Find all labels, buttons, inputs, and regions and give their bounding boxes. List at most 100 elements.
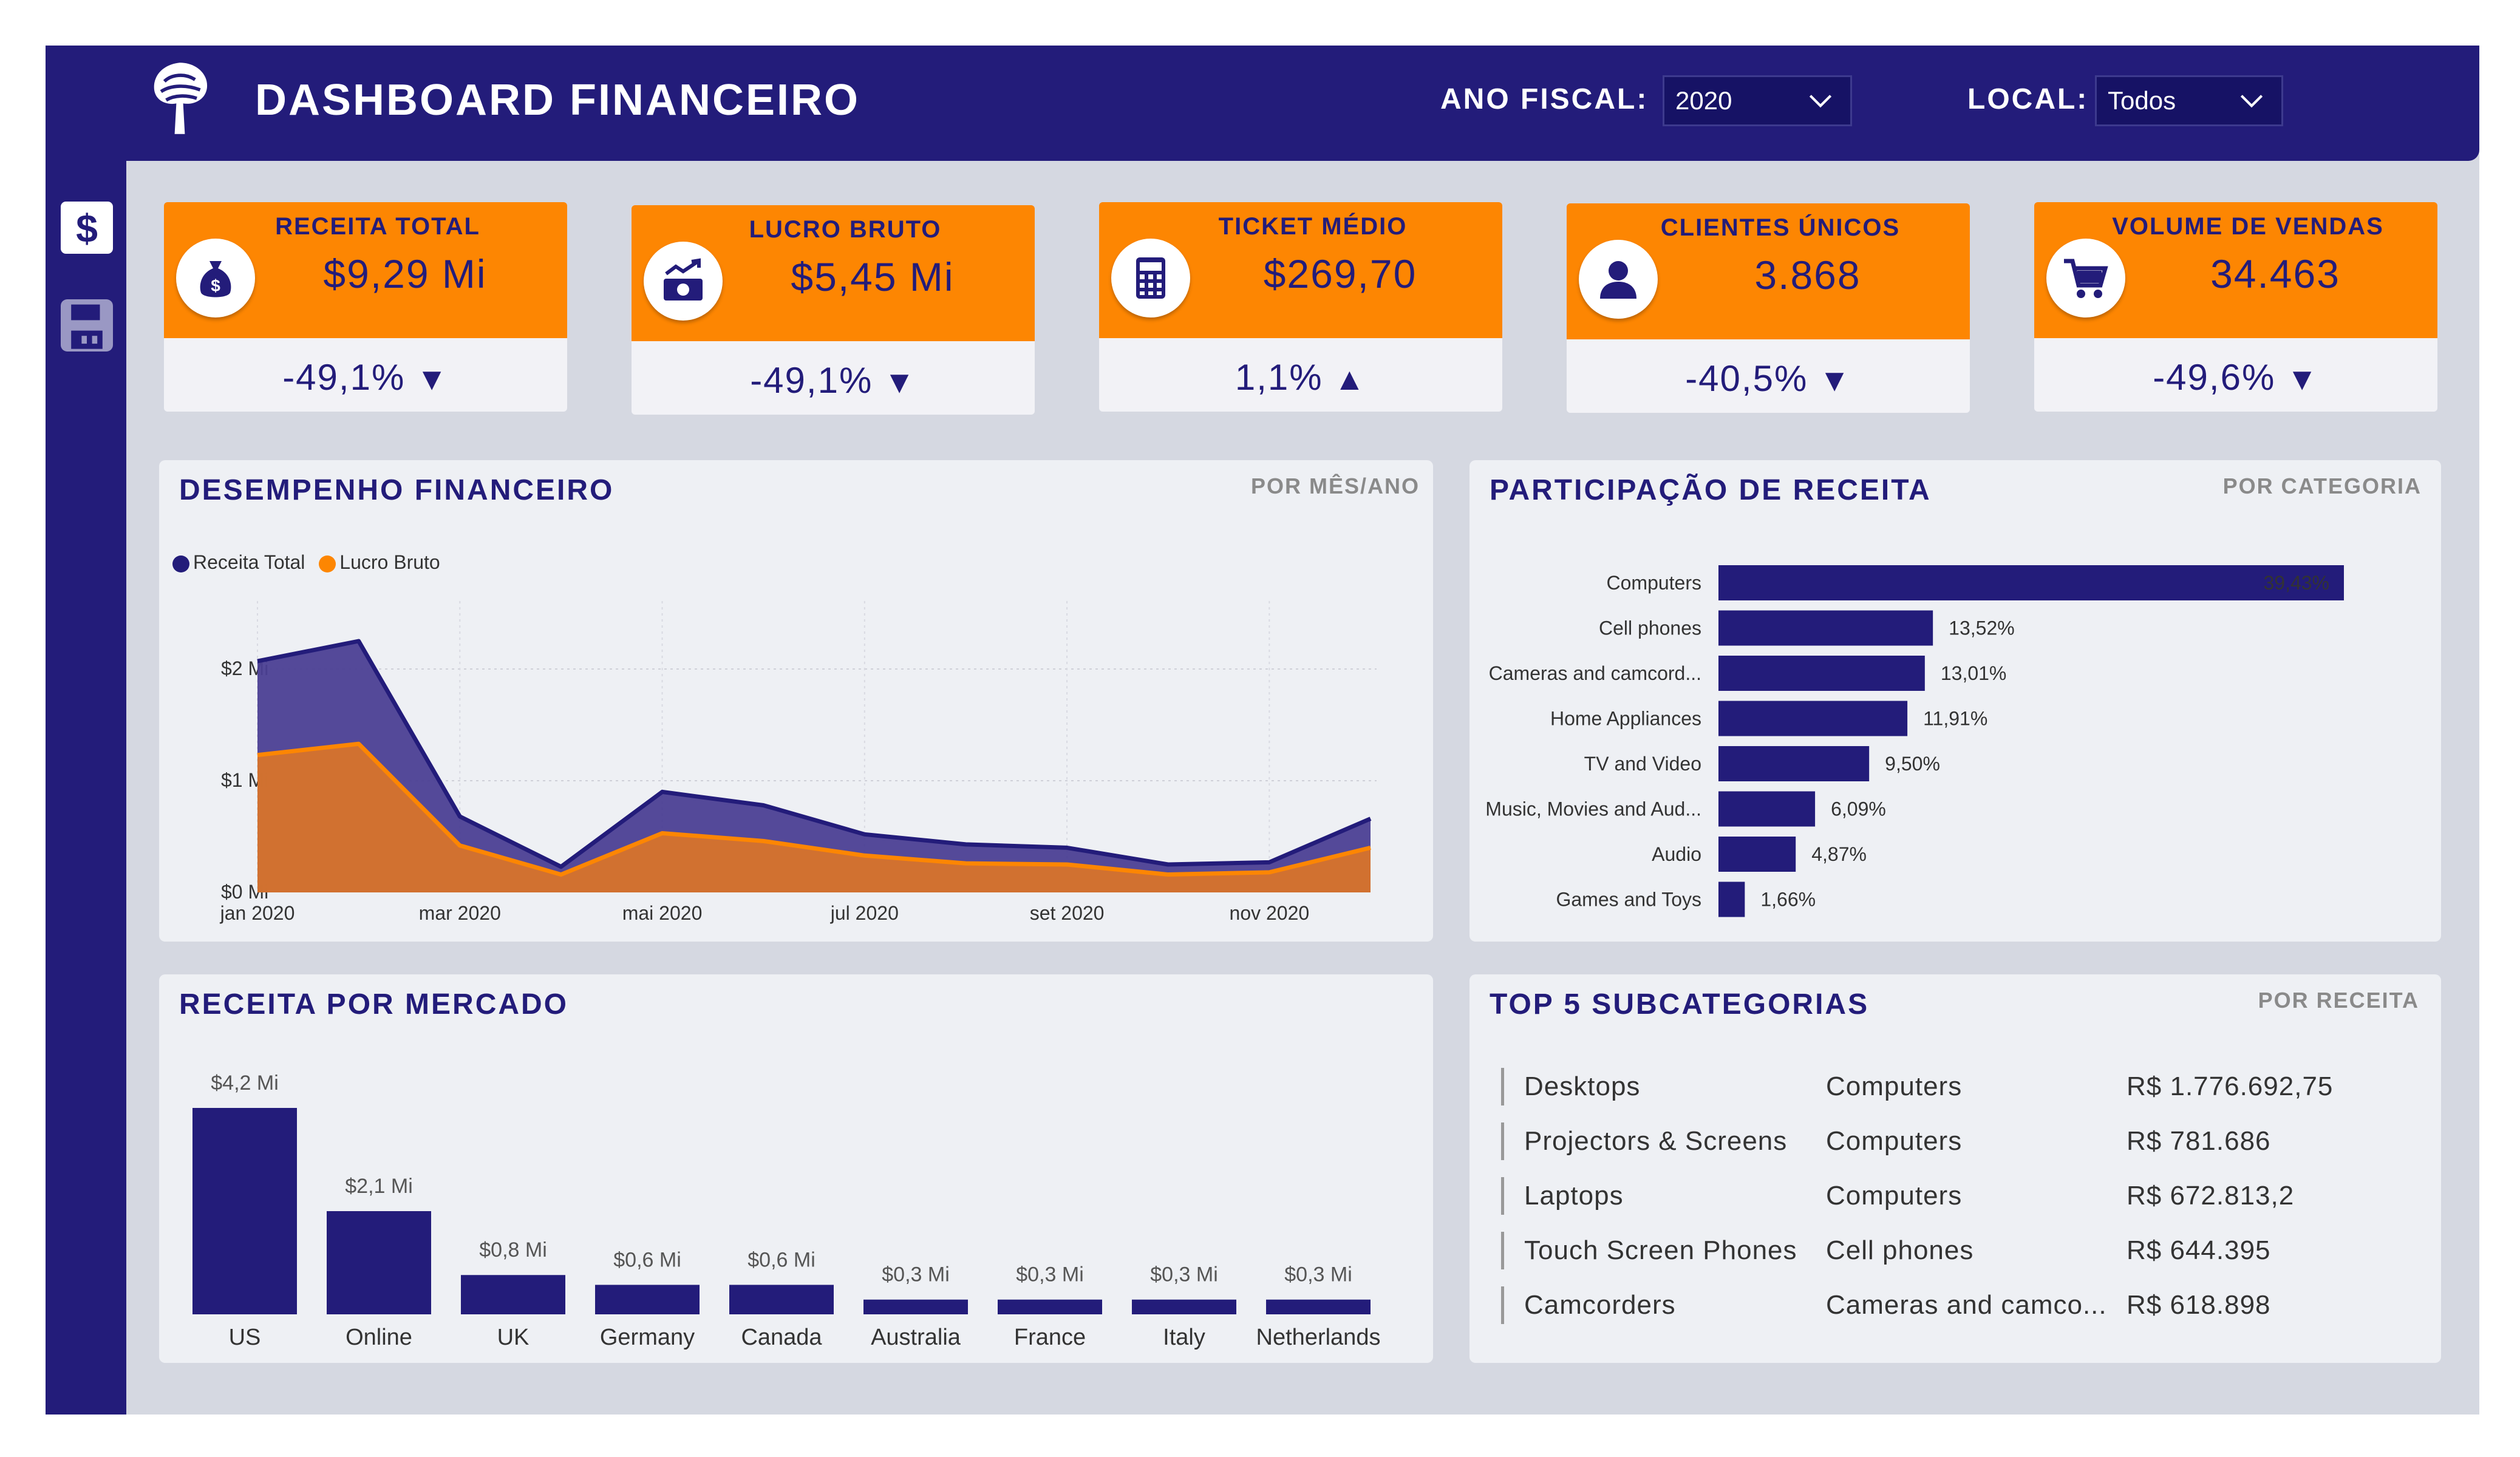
subcategory-name: Touch Screen Phones <box>1524 1235 1797 1265</box>
panel-title: TOP 5 SUBCATEGORIAS <box>1490 988 1870 1021</box>
kpi-card-lucro-bruto: LUCRO BRUTO $5,45 Mi -49,1% ▼ <box>632 205 1035 415</box>
subcategory-name: Camcorders <box>1524 1290 1676 1320</box>
data-label: 39,43% <box>2263 572 2329 594</box>
subcategory-name: Desktops <box>1524 1072 1641 1101</box>
kpi-value: 3.868 <box>1754 253 1861 297</box>
bar <box>1266 1299 1371 1314</box>
x-tick-label: jan 2020 <box>220 902 295 924</box>
category-name: Cell phones <box>1826 1235 1974 1265</box>
bar <box>461 1275 565 1314</box>
revenue-value: R$ 781.686 <box>2127 1126 2271 1156</box>
x-tick-label: nov 2020 <box>1230 902 1310 924</box>
bar <box>1718 881 1745 917</box>
kpi-value: $9,29 Mi <box>323 251 487 296</box>
category-name: Computers <box>1826 1072 1963 1101</box>
category-label: Canada <box>741 1325 822 1350</box>
kpi-card-ticket-medio: TICKET MÉDIO $269,70 1,1% ▲ <box>1099 202 1502 412</box>
arrow-down-icon: ▼ <box>884 365 916 400</box>
data-label: $0,3 Mi <box>882 1263 950 1286</box>
category-label: Cell phones <box>1599 617 1701 639</box>
dollar-icon[interactable]: $ <box>61 202 113 254</box>
table-row[interactable]: Laptops Computers R$ 672.813,2 <box>1501 1175 2400 1217</box>
bar <box>729 1285 834 1314</box>
kpi-delta-value: -49,1% <box>750 360 873 401</box>
local-value: Todos <box>2108 86 2176 115</box>
kpi-delta: -49,1% ▼ <box>632 359 1035 401</box>
category-label: Audio <box>1652 843 1701 865</box>
table-row[interactable]: Projectors & Screens Computers R$ 781.68… <box>1501 1120 2400 1163</box>
revenue-value: R$ 644.395 <box>2127 1235 2271 1265</box>
data-label: $2,1 Mi <box>345 1175 413 1198</box>
arrow-down-icon: ▼ <box>1819 363 1851 398</box>
data-label: $0,3 Mi <box>1150 1263 1218 1286</box>
kpi-value: 34.463 <box>2210 251 2340 296</box>
category-label: Computers <box>1607 572 1702 594</box>
save-icon[interactable] <box>61 299 113 352</box>
bar <box>863 1299 968 1314</box>
kpi-delta-value: -40,5% <box>1685 358 1808 399</box>
dashboard-title: DASHBOARD FINANCEIRO <box>255 76 860 124</box>
category-label: UK <box>497 1325 530 1350</box>
revenue-value: R$ 1.776.692,75 <box>2127 1072 2334 1101</box>
bar <box>1718 610 1933 646</box>
kpi-delta: 1,1% ▲ <box>1099 356 1502 398</box>
tree-logo-icon <box>154 63 208 134</box>
local-select[interactable]: Todos <box>2095 75 2283 126</box>
panel-subtitle: POR RECEITA <box>2258 988 2419 1013</box>
data-label: $0,8 Mi <box>479 1238 547 1262</box>
arrow-down-icon: ▼ <box>416 362 449 397</box>
kpi-label: RECEITA TOTAL <box>275 213 480 240</box>
bar <box>1718 701 1908 736</box>
data-label: 1,66% <box>1760 889 1816 911</box>
data-label: $0,3 Mi <box>1016 1263 1084 1286</box>
bar <box>595 1285 700 1314</box>
kpi-delta-value: -49,6% <box>2153 357 2276 398</box>
category-label: France <box>1014 1325 1086 1350</box>
chevron-down-icon <box>1809 95 1832 108</box>
bar <box>1718 746 1870 781</box>
bar <box>192 1108 297 1314</box>
kpi-card-volume-de-vendas: VOLUME DE VENDAS 34.463 -49,6% ▼ <box>2034 202 2437 412</box>
table-row[interactable]: Desktops Computers R$ 1.776.692,75 <box>1501 1065 2400 1108</box>
kpi-delta: -40,5% ▼ <box>1567 358 1970 399</box>
kpi-delta-value: -49,1% <box>282 357 406 398</box>
category-name: Computers <box>1826 1126 1963 1156</box>
category-label: Cameras and camcord... <box>1489 662 1701 684</box>
fiscal-year-select[interactable]: 2020 <box>1663 75 1852 126</box>
category-label: Germany <box>600 1325 695 1350</box>
bar <box>998 1299 1102 1314</box>
table-row[interactable]: Touch Screen Phones Cell phones R$ 644.3… <box>1501 1229 2400 1272</box>
kpi-label: VOLUME DE VENDAS <box>2112 213 2384 240</box>
kpi-value: $269,70 <box>1263 251 1417 296</box>
data-label: 6,09% <box>1831 798 1886 820</box>
kpi-card-clientes-unicos: CLIENTES ÚNICOS 3.868 -40,5% ▼ <box>1567 203 1970 413</box>
table-row[interactable]: Camcorders Cameras and camco... R$ 618.8… <box>1501 1284 2400 1326</box>
kpi-value: $5,45 Mi <box>791 254 955 299</box>
panel-top5-subcategorias: TOP 5 SUBCATEGORIAS POR RECEITA Desktops… <box>1469 974 2441 1363</box>
x-tick-label: mai 2020 <box>622 902 703 924</box>
category-label: TV and Video <box>1584 753 1701 775</box>
bar <box>1718 656 1925 691</box>
bar <box>1718 837 1796 872</box>
panel-receita-por-mercado: RECEITA POR MERCADO $4,2 Mi US $2,1 Mi Onli… <box>159 974 1433 1363</box>
category-name: Computers <box>1826 1181 1963 1211</box>
fiscal-year-label: ANO FISCAL: <box>1440 83 1649 115</box>
bar <box>327 1211 431 1314</box>
category-label: Australia <box>871 1325 961 1350</box>
data-label: $0,3 Mi <box>1284 1263 1352 1286</box>
subcategory-name: Laptops <box>1524 1181 1624 1211</box>
arrow-up-icon: ▲ <box>1333 362 1367 397</box>
vertical-bar-chart: $4,2 Mi US $2,1 Mi Online $0,8 Mi UK $0,6 Mi Ge… <box>192 1072 1380 1350</box>
horizontal-bar-chart: Computers 39,43% Cell phones 13,52% Cameras … <box>1485 565 2344 917</box>
x-tick-label: jul 2020 <box>830 902 899 924</box>
panel-desempenho-financeiro: DESEMPENHO FINANCEIRO POR MÊS/ANO Receit… <box>159 460 1433 942</box>
svg-text:$: $ <box>76 207 98 251</box>
panel-participacao-receita: PARTICIPAÇÃO DE RECEITA POR CATEGORIA Co… <box>1469 460 2441 942</box>
x-tick-label: mar 2020 <box>419 902 501 924</box>
data-label: 9,50% <box>1885 753 1940 775</box>
category-label: Home Appliances <box>1550 708 1701 730</box>
category-label: Music, Movies and Aud... <box>1485 798 1701 820</box>
bar <box>1718 791 1816 827</box>
fiscal-year-value: 2020 <box>1675 86 1732 115</box>
kpi-delta: -49,1% ▼ <box>164 356 567 398</box>
